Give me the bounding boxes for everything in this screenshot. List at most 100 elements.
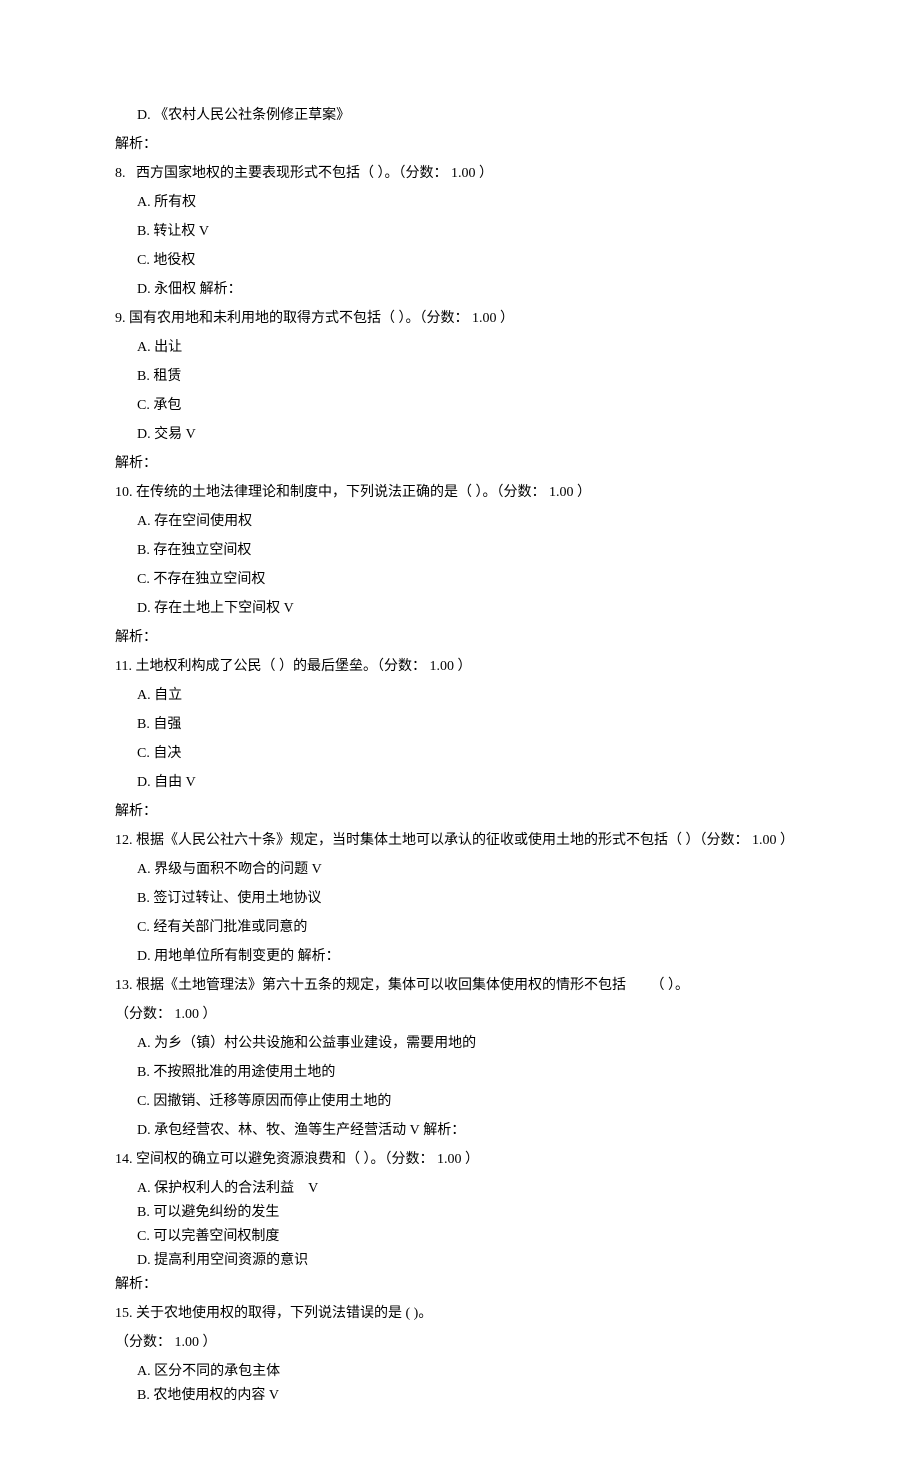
option-text: 存在空间使用权 [154, 514, 252, 529]
option-letter: D. [137, 282, 151, 297]
option-letter: C. [137, 746, 150, 761]
check-icon: V [269, 1388, 279, 1403]
document-page: D. 《农村人民公社条例修正草案》 解析： 8. 西方国家地权的主要表现形式不包… [0, 0, 920, 1459]
q13-option-b: B. 不按照批准的用途使用土地的 [137, 1062, 805, 1083]
option-letter: A. [137, 1036, 151, 1051]
option-letter: B. [137, 717, 150, 732]
check-icon: V [308, 1181, 318, 1196]
option-letter: B. [137, 1065, 150, 1080]
q9-stem: 9. 国有农用地和未利用地的取得方式不包括（ ）。（分数： 1.00 ） [115, 308, 805, 329]
q8-option-d: D. 永佃权 解析： [137, 279, 805, 300]
option-text: 出让 [154, 340, 182, 355]
option-text: 不存在独立空间权 [153, 572, 265, 587]
option-letter: C. [137, 1094, 150, 1109]
option-text: 为乡（镇）村公共设施和公益事业建设，需要用地的 [154, 1036, 476, 1051]
option-text: 不按照批准的用途使用土地的 [153, 1065, 335, 1080]
q15-option-b: B. 农地使用权的内容 V [137, 1385, 805, 1406]
option-text: 农地使用权的内容 [153, 1388, 265, 1403]
q7-option-d: D. 《农村人民公社条例修正草案》 [137, 105, 805, 126]
q10-option-a: A. 存在空间使用权 [137, 511, 805, 532]
q9-option-a: A. 出让 [137, 337, 805, 358]
q14-option-b: B. 可以避免纠纷的发生 [137, 1202, 805, 1223]
check-icon: V [186, 775, 196, 790]
q13-option-a: A. 为乡（镇）村公共设施和公益事业建设，需要用地的 [137, 1033, 805, 1054]
option-letter: C. [137, 920, 150, 935]
option-letter: C. [137, 572, 150, 587]
q8-option-a: A. 所有权 [137, 192, 805, 213]
q10-option-c: C. 不存在独立空间权 [137, 569, 805, 590]
q12-option-a: A. 界级与面积不吻合的问题 V [137, 859, 805, 880]
q12-option-d: D. 用地单位所有制变更的 解析： [137, 946, 805, 967]
q14-stem: 14. 空间权的确立可以避免资源浪费和（ ）。（分数： 1.00 ） [115, 1149, 805, 1170]
q13-score: （分数： 1.00 ） [115, 1004, 805, 1025]
option-letter: B. [137, 891, 150, 906]
q10-option-d: D. 存在土地上下空间权 V [137, 598, 805, 619]
q12-option-c: C. 经有关部门批准或同意的 [137, 917, 805, 938]
q8-option-b: B. 转让权 V [137, 221, 805, 242]
option-letter: D. [137, 1253, 151, 1268]
option-text: 永佃权 解析： [154, 282, 242, 297]
q14-option-c: C. 可以完善空间权制度 [137, 1226, 805, 1247]
q10-stem: 10. 在传统的土地法律理论和制度中，下列说法正确的是（ ）。（分数： 1.00… [115, 482, 805, 503]
q14-analysis: 解析： [115, 1274, 805, 1295]
q15-option-a: A. 区分不同的承包主体 [137, 1361, 805, 1382]
option-letter: C. [137, 398, 150, 413]
option-letter: A. [137, 688, 151, 703]
option-letter: A. [137, 862, 151, 877]
option-text: 提高利用空间资源的意识 [154, 1253, 308, 1268]
option-text: 因撤销、迁移等原因而停止使用土地的 [153, 1094, 391, 1109]
option-letter: A. [137, 340, 151, 355]
option-text: 界级与面积不吻合的问题 [154, 862, 308, 877]
q13-stem: 13. 根据《土地管理法》第六十五条的规定，集体可以收回集体使用权的情形不包括 … [115, 975, 805, 996]
option-text: 自立 [154, 688, 182, 703]
q11-option-c: C. 自决 [137, 743, 805, 764]
q13-option-d: D. 承包经营农、林、牧、渔等生产经营活动 V 解析： [137, 1120, 805, 1141]
q12-option-b: B. 签订过转让、使用土地协议 [137, 888, 805, 909]
option-text: 承包 [153, 398, 181, 413]
option-text: 可以完善空间权制度 [153, 1229, 279, 1244]
q7-analysis: 解析： [115, 134, 805, 155]
option-letter: D. [137, 1123, 151, 1138]
option-letter: C. [137, 1229, 150, 1244]
option-text: 地役权 [153, 253, 195, 268]
q13-option-c: C. 因撤销、迁移等原因而停止使用土地的 [137, 1091, 805, 1112]
option-text: 承包经营农、林、牧、渔等生产经营活动 [154, 1123, 406, 1138]
option-letter: C. [137, 253, 150, 268]
q15-stem: 15. 关于农地使用权的取得，下列说法错误的是 ( )。 [115, 1303, 805, 1324]
option-text: 所有权 [154, 195, 196, 210]
option-text: 可以避免纠纷的发生 [153, 1205, 279, 1220]
check-icon: V [186, 427, 196, 442]
option-letter: B. [137, 1205, 150, 1220]
option-letter: A. [137, 1364, 151, 1379]
option-letter: B. [137, 1388, 150, 1403]
option-text: 转让权 [153, 224, 195, 239]
q10-analysis: 解析： [115, 627, 805, 648]
option-letter: D. [137, 108, 151, 123]
q14-option-d: D. 提高利用空间资源的意识 [137, 1250, 805, 1271]
option-text: 存在独立空间权 [153, 543, 251, 558]
option-letter: B. [137, 543, 150, 558]
option-letter: A. [137, 1181, 151, 1196]
option-letter: D. [137, 427, 151, 442]
q11-option-a: A. 自立 [137, 685, 805, 706]
option-text: 交易 [154, 427, 182, 442]
q11-stem: 11. 土地权利构成了公民（ ）的最后堡垒。（分数： 1.00 ） [115, 656, 805, 677]
option-text: 《农村人民公社条例修正草案》 [154, 108, 350, 123]
option-text: 经有关部门批准或同意的 [153, 920, 307, 935]
q9-option-c: C. 承包 [137, 395, 805, 416]
option-letter: B. [137, 224, 150, 239]
q9-option-d: D. 交易 V [137, 424, 805, 445]
q11-option-b: B. 自强 [137, 714, 805, 735]
q11-analysis: 解析： [115, 801, 805, 822]
q8-stem: 8. 西方国家地权的主要表现形式不包括（ ）。（分数： 1.00 ） [115, 163, 805, 184]
check-icon: V [410, 1123, 420, 1138]
option-text: 用地单位所有制变更的 解析： [154, 949, 340, 964]
option-letter: D. [137, 949, 151, 964]
q14-option-a: A. 保护权利人的合法利益 V [137, 1178, 805, 1199]
option-text: 签订过转让、使用土地协议 [153, 891, 321, 906]
option-text: 存在土地上下空间权 [154, 601, 280, 616]
q12-stem: 12. 根据《人民公社六十条》规定，当时集体土地可以承认的征收或使用土地的形式不… [115, 830, 805, 851]
option-letter: A. [137, 195, 151, 210]
option-text: 区分不同的承包主体 [154, 1364, 280, 1379]
q15-score: （分数： 1.00 ） [115, 1332, 805, 1353]
